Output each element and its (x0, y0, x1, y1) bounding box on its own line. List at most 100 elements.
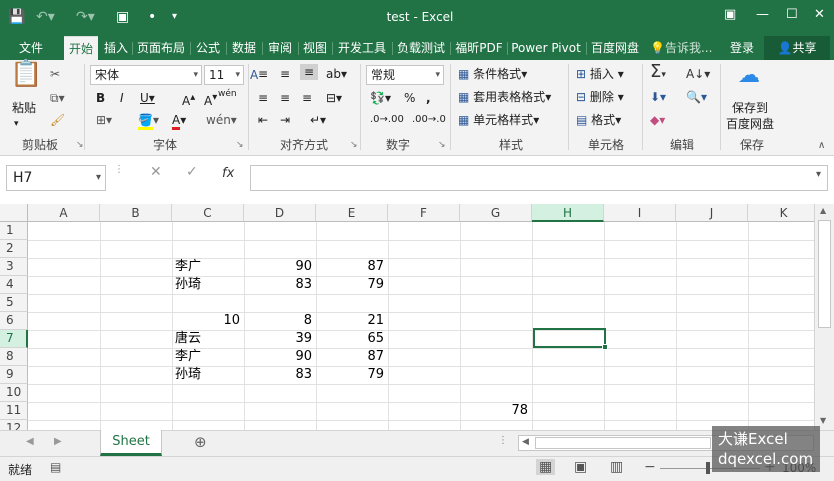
cut-icon[interactable]: ✂ (50, 66, 60, 82)
enter-icon[interactable]: ✓ (186, 164, 198, 180)
decrease-indent-icon[interactable]: ⇤ (258, 112, 268, 128)
tab-split-icon[interactable]: ⋮ (498, 435, 508, 446)
cell-c4[interactable]: 孙琦 (172, 276, 244, 294)
format-as-table-button[interactable]: ▦ 套用表格格式▾ (458, 89, 551, 105)
tab-power-pivot[interactable]: Power Pivot (508, 36, 584, 60)
increase-indent-icon[interactable]: ⇥ (280, 112, 290, 128)
column-header-f[interactable]: F (388, 204, 460, 222)
bold-icon[interactable]: B (96, 90, 105, 106)
clear-icon[interactable]: ◆▾ (650, 112, 665, 128)
phonetic-icon[interactable]: wén (218, 86, 237, 102)
vertical-scroll-thumb[interactable] (818, 220, 831, 328)
cell-d9[interactable]: 83 (244, 366, 316, 384)
align-left-icon[interactable]: ≡ (258, 90, 268, 106)
macro-record-icon[interactable]: ▤ (50, 460, 61, 474)
row-header-9[interactable]: 9 (0, 366, 28, 384)
save-icon[interactable]: 💾 (8, 8, 25, 26)
italic-icon[interactable]: I (120, 90, 124, 106)
select-all-corner[interactable] (0, 204, 28, 222)
row-header-6[interactable]: 6 (0, 312, 28, 330)
font-name-combo[interactable]: 宋体 ▾ (90, 65, 202, 85)
cell-e8[interactable]: 87 (316, 348, 388, 366)
column-header-h[interactable]: H (532, 204, 604, 222)
autosum-icon[interactable]: Σ▾ (650, 63, 666, 83)
worksheet-grid[interactable]: A B C D E F G H I J K 1 2 3 4 5 6 7 8 9 … (0, 204, 814, 430)
row-header-3[interactable]: 3 (0, 258, 28, 276)
column-header-d[interactable]: D (244, 204, 316, 222)
cell-d7[interactable]: 39 (244, 330, 316, 348)
column-header-e[interactable]: E (316, 204, 388, 222)
tab-developer[interactable]: 开发工具 (334, 36, 390, 60)
cell-e3[interactable]: 87 (316, 258, 388, 276)
phonetic-guide-icon[interactable]: wén▾ (206, 112, 237, 128)
tab-home[interactable]: 开始 (64, 36, 98, 60)
horizontal-scroll-thumb[interactable] (535, 437, 711, 449)
decrease-font-icon[interactable]: A▾ (204, 90, 217, 109)
cell-d3[interactable]: 90 (244, 258, 316, 276)
cell-e4[interactable]: 79 (316, 276, 388, 294)
underline-icon[interactable]: U▾ (140, 90, 155, 106)
maximize-icon[interactable]: ☐ (786, 6, 798, 24)
format-painter-icon[interactable]: 🖌 (50, 112, 65, 128)
collapse-ribbon-icon[interactable]: ∧ (818, 138, 825, 154)
fill-handle[interactable] (602, 344, 608, 350)
cell-c7[interactable]: 唐云 (172, 330, 244, 348)
font-size-combo[interactable]: 11 ▾ (204, 65, 244, 85)
insert-function-icon[interactable]: fx (222, 166, 234, 181)
tab-baidu-pan[interactable]: 百度网盘 (588, 36, 642, 60)
tab-review[interactable]: 审阅 (264, 36, 296, 60)
copy-icon[interactable]: ⧉▾ (50, 90, 65, 106)
decrease-decimal-icon[interactable]: .00→.0 (412, 112, 446, 128)
align-bottom-icon[interactable]: ≡ (300, 64, 319, 80)
cell-d6[interactable]: 8 (244, 312, 316, 330)
cell-c8[interactable]: 李广 (172, 348, 244, 366)
fill-color-icon[interactable]: 🪣▾ (138, 112, 159, 130)
cell-styles-button[interactable]: ▦ 单元格样式▾ (458, 112, 539, 128)
cell-c3[interactable]: 李广 (172, 258, 244, 276)
column-header-a[interactable]: A (28, 204, 100, 222)
row-header-2[interactable]: 2 (0, 240, 28, 258)
normal-view-icon[interactable]: ▦ (536, 459, 556, 475)
comma-style-icon[interactable]: , (426, 90, 431, 106)
align-top-icon[interactable]: ≡ (258, 66, 268, 82)
next-sheet-icon[interactable]: ▶ (54, 436, 62, 447)
wrap-text-icon[interactable]: ↵▾ (310, 112, 326, 128)
find-select-icon[interactable]: 🔍▾ (686, 89, 707, 105)
name-box[interactable]: H7 ▾ (6, 165, 106, 191)
orientation-icon[interactable]: ab▾ (326, 66, 347, 82)
cell-e7[interactable]: 65 (316, 330, 388, 348)
column-header-i[interactable]: I (604, 204, 676, 222)
row-header-10[interactable]: 10 (0, 384, 28, 402)
column-header-k[interactable]: K (748, 204, 814, 222)
prev-sheet-icon[interactable]: ◀ (26, 436, 34, 447)
column-header-j[interactable]: J (676, 204, 748, 222)
insert-cells-button[interactable]: ⊞ 插入 ▾ (576, 66, 624, 82)
dialog-launcher-icon[interactable]: ↘ (438, 140, 446, 150)
tab-view[interactable]: 视图 (300, 36, 330, 60)
active-cell-h7[interactable] (533, 328, 608, 350)
save-to-baidu-line1[interactable]: 保存到 (732, 100, 768, 116)
tab-data[interactable]: 数据 (228, 36, 260, 60)
formula-input[interactable]: ▾ (250, 165, 828, 191)
paste-icon[interactable]: 📋 (10, 61, 42, 87)
tab-foxit-pdf[interactable]: 福昕PDF (452, 36, 506, 60)
conditional-format-button[interactable]: ▦ 条件格式▾ (458, 66, 527, 82)
cell-c9[interactable]: 孙琦 (172, 366, 244, 384)
grow-font-icon[interactable]: A (250, 67, 258, 83)
delete-cells-button[interactable]: ⊟ 删除 ▾ (576, 89, 624, 105)
share-button[interactable]: 👤共享 (764, 36, 830, 60)
sheet-tab[interactable]: Sheet (100, 430, 162, 456)
row-header-12[interactable]: 12 (0, 420, 28, 430)
row-header-7[interactable]: 7 (0, 330, 28, 348)
tell-me-box[interactable]: 💡告诉我... (650, 36, 720, 60)
tab-file[interactable]: 文件 (8, 36, 54, 60)
dialog-launcher-icon[interactable]: ↘ (236, 140, 244, 150)
merge-center-icon[interactable]: ⊟▾ (326, 90, 342, 106)
ribbon-display-icon[interactable]: ▣ (724, 6, 736, 24)
page-break-view-icon[interactable]: ▥ (610, 459, 623, 475)
cell-c6[interactable]: 10 (172, 312, 244, 330)
row-header-4[interactable]: 4 (0, 276, 28, 294)
baidu-cloud-icon[interactable]: ☁ (738, 65, 760, 87)
scroll-up-icon[interactable]: ▲ (820, 206, 826, 215)
increase-font-icon[interactable]: A▴ (182, 90, 195, 109)
